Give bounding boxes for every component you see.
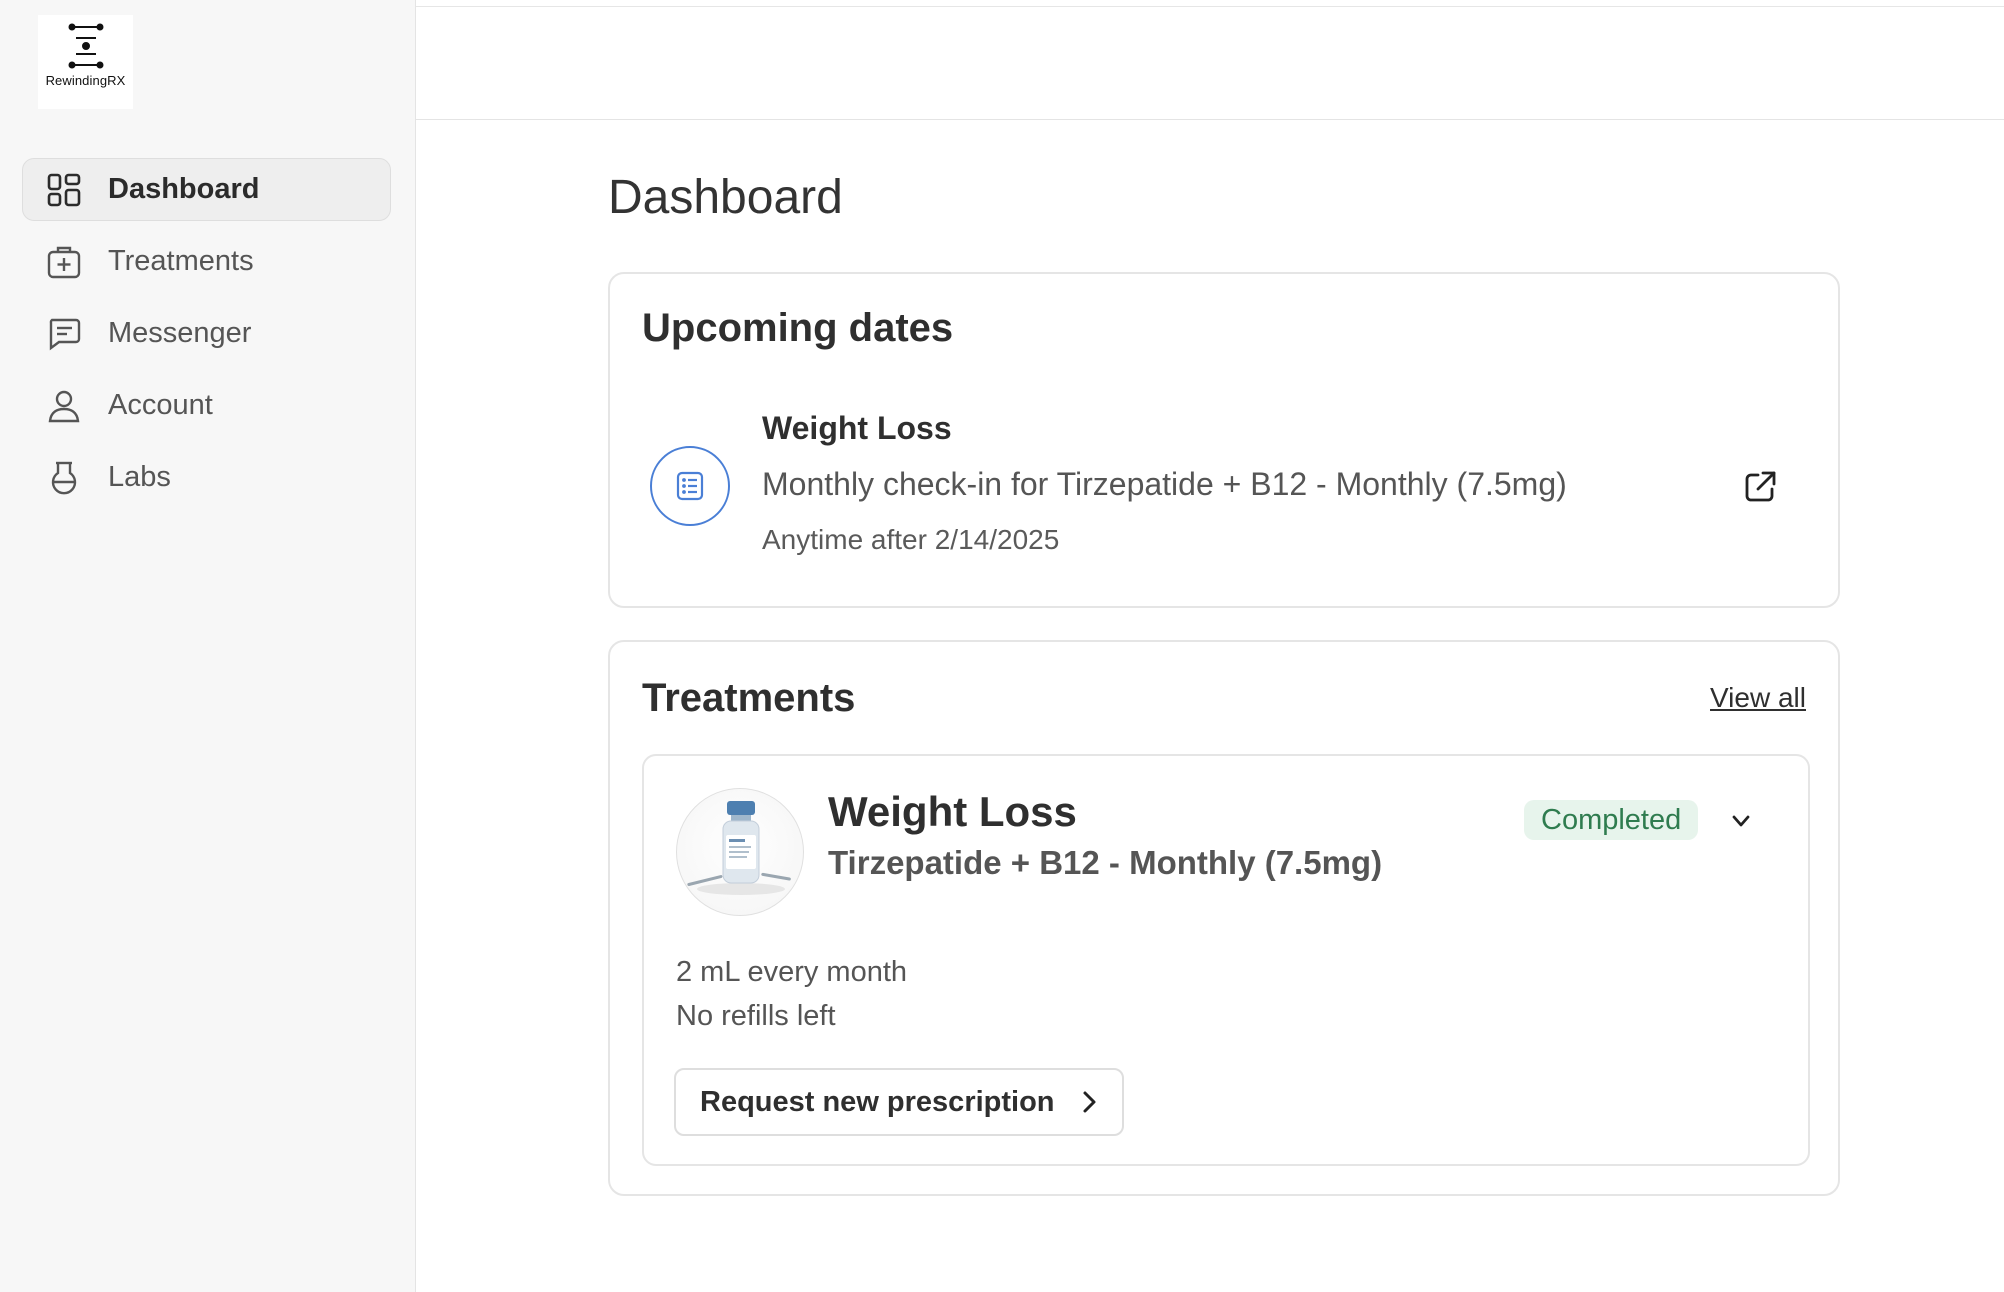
treatments-card: Treatments View all Weight Loss Tirzepat… [608, 640, 1840, 1196]
request-prescription-button[interactable]: Request new prescription [674, 1068, 1124, 1136]
dna-logo-icon [68, 23, 103, 69]
top-bar [416, 6, 2004, 120]
chevron-down-icon[interactable] [1728, 808, 1754, 834]
sidebar-item-label: Labs [108, 461, 171, 493]
sidebar-item-label: Treatments [108, 245, 254, 277]
treatment-item: Weight Loss Tirzepatide + B12 - Monthly … [642, 754, 1810, 1166]
sidebar: RewindingRX Dashboard Treatments Messeng… [0, 0, 416, 1292]
event-description: Monthly check-in for Tirzepatide + B12 -… [762, 466, 1567, 502]
chevron-right-icon [1079, 1089, 1099, 1115]
sidebar-item-dashboard[interactable]: Dashboard [22, 158, 391, 221]
sidebar-item-label: Dashboard [108, 173, 260, 205]
event-title: Weight Loss [762, 410, 952, 446]
sidebar-item-labs[interactable]: Labs [22, 446, 391, 509]
sidebar-item-messenger[interactable]: Messenger [22, 302, 391, 365]
upcoming-dates-title: Upcoming dates [642, 306, 954, 350]
flask-icon [45, 459, 83, 497]
treatment-drug: Tirzepatide + B12 - Monthly (7.5mg) [828, 844, 1383, 881]
sidebar-item-label: Messenger [108, 317, 252, 349]
sidebar-item-label: Account [108, 389, 213, 421]
treatment-dose: 2 mL every month [676, 956, 908, 988]
event-date: Anytime after 2/14/2025 [762, 524, 1060, 555]
upcoming-dates-card: Upcoming dates Weight Loss Monthly check… [608, 272, 1840, 608]
user-icon [45, 387, 83, 425]
brand-logo[interactable]: RewindingRX [38, 15, 133, 109]
message-icon [45, 315, 83, 353]
treatment-name: Weight Loss [828, 788, 1077, 835]
view-all-link[interactable]: View all [1710, 682, 1806, 714]
treatment-refills: No refills left [676, 1000, 836, 1032]
status-badge: Completed [1524, 800, 1699, 840]
dashboard-grid-icon [45, 171, 83, 209]
brand-name: RewindingRX [45, 73, 126, 88]
external-link-icon[interactable] [1742, 469, 1778, 505]
request-prescription-label: Request new prescription [700, 1085, 1055, 1118]
medical-bag-icon [45, 243, 83, 281]
sidebar-nav: Dashboard Treatments Messenger Account L… [22, 158, 391, 518]
product-image [676, 788, 804, 916]
page-title: Dashboard [608, 171, 843, 224]
sidebar-item-treatments[interactable]: Treatments [22, 230, 391, 293]
app-root: RewindingRX Dashboard Treatments Messeng… [0, 0, 2004, 1292]
sidebar-item-account[interactable]: Account [22, 374, 391, 437]
treatments-title: Treatments [642, 676, 856, 720]
form-list-icon [650, 446, 730, 526]
